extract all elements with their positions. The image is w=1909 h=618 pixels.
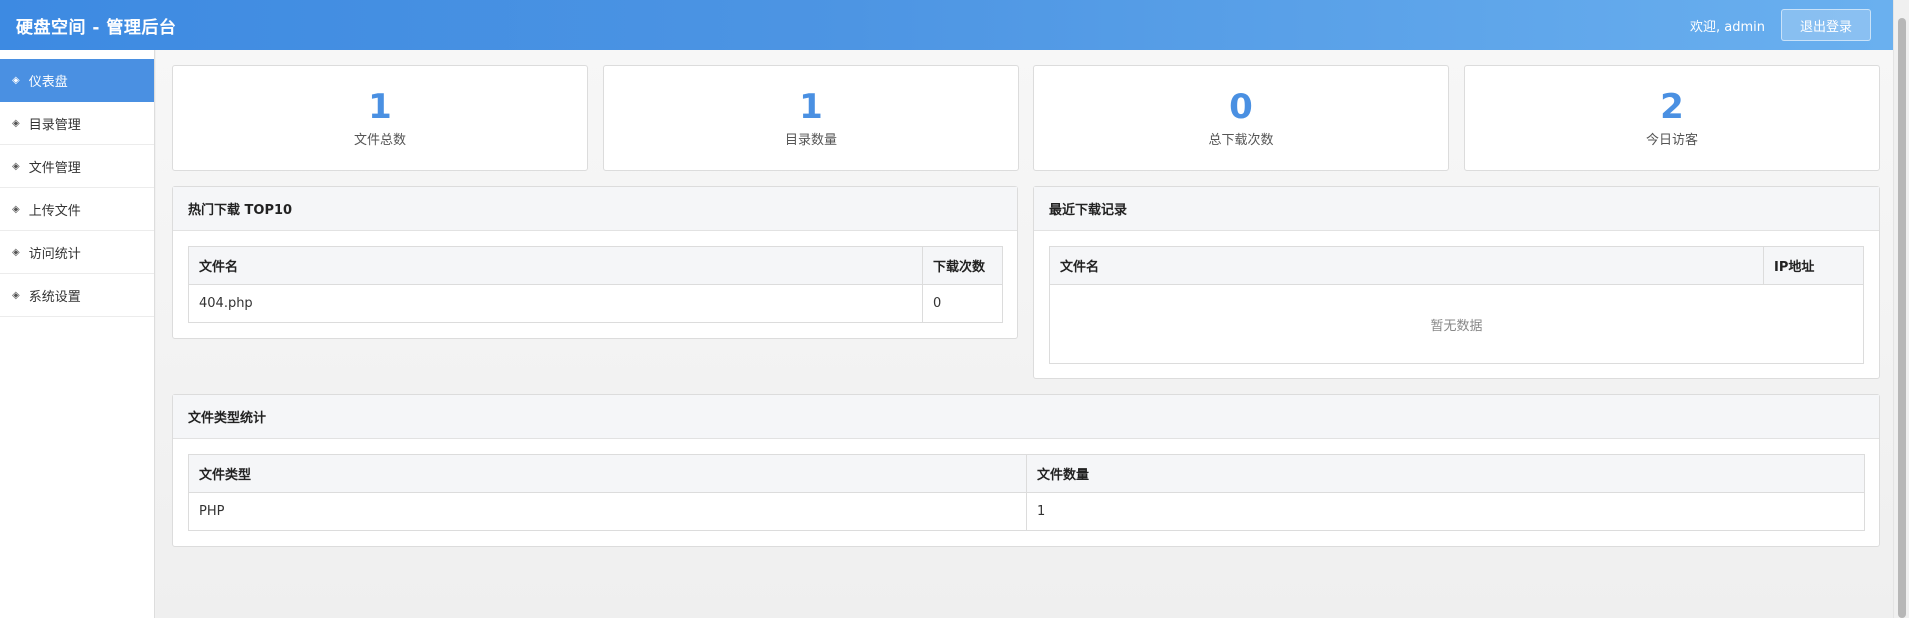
column-header-file-count: 文件数量 <box>1026 454 1865 493</box>
sidebar: ◈ 仪表盘 ◈ 目录管理 ◈ 文件管理 ◈ 上传文件 ◈ 访问统计 ◈ 系统设置 <box>0 50 155 618</box>
panel-title: 最近下载记录 <box>1034 187 1879 231</box>
diamond-bullet-icon: ◈ <box>12 160 20 172</box>
column-header-download-count: 下载次数 <box>922 246 1003 285</box>
sidebar-item-label: 系统设置 <box>28 289 81 305</box>
stat-card-total-downloads: 0 总下载次数 <box>1033 65 1449 171</box>
table-row: PHP 1 <box>188 492 1865 531</box>
cell-download-count: 0 <box>922 284 1003 323</box>
sidebar-item-label: 目录管理 <box>28 117 81 133</box>
stat-label: 文件总数 <box>353 133 406 148</box>
cell-file-type: PHP <box>188 492 1027 531</box>
file-types-table: 文件类型 文件数量 PHP 1 <box>188 454 1865 531</box>
stat-label: 目录数量 <box>784 133 837 148</box>
cell-filename: 404.php <box>188 284 923 323</box>
diamond-bullet-icon: ◈ <box>12 203 20 215</box>
vertical-scrollbar[interactable] <box>1893 0 1909 618</box>
table-row: 暂无数据 <box>1049 284 1864 364</box>
diamond-bullet-icon: ◈ <box>12 289 20 301</box>
file-types-panel: 文件类型统计 文件类型 文件数量 PHP 1 <box>172 394 1880 547</box>
sidebar-item-dashboard[interactable]: ◈ 仪表盘 <box>0 59 154 102</box>
sidebar-item-label: 仪表盘 <box>28 74 68 90</box>
hot-downloads-panel: 热门下载 TOP10 文件名 下载次数 404.php 0 <box>172 186 1018 339</box>
cell-file-count: 1 <box>1026 492 1865 531</box>
table-header-row: 文件名 下载次数 <box>188 246 1003 285</box>
sidebar-item-upload[interactable]: ◈ 上传文件 <box>0 188 154 231</box>
sidebar-item-label: 访问统计 <box>28 246 81 262</box>
recent-downloads-panel: 最近下载记录 文件名 IP地址 暂无数据 <box>1033 186 1880 379</box>
scrollbar-thumb[interactable] <box>1898 18 1906 618</box>
sidebar-item-label: 文件管理 <box>28 160 81 176</box>
diamond-bullet-icon: ◈ <box>12 246 20 258</box>
welcome-text: 欢迎, admin <box>1690 19 1765 35</box>
sidebar-item-files[interactable]: ◈ 文件管理 <box>0 145 154 188</box>
table-row: 404.php 0 <box>188 284 1003 323</box>
panel-title: 文件类型统计 <box>173 395 1879 439</box>
column-header-filename: 文件名 <box>1049 246 1764 285</box>
recent-downloads-table: 文件名 IP地址 暂无数据 <box>1049 246 1864 364</box>
diamond-bullet-icon: ◈ <box>12 117 20 129</box>
stat-value: 2 <box>1660 87 1684 127</box>
stat-card-today-visitors: 2 今日访客 <box>1464 65 1880 171</box>
stat-value: 1 <box>799 87 823 127</box>
stat-label: 今日访客 <box>1645 133 1698 148</box>
column-header-ip: IP地址 <box>1763 246 1864 285</box>
sidebar-item-directories[interactable]: ◈ 目录管理 <box>0 102 154 145</box>
stat-card-total-files: 1 文件总数 <box>172 65 588 171</box>
stat-value: 1 <box>368 87 392 127</box>
sidebar-item-settings[interactable]: ◈ 系统设置 <box>0 274 154 317</box>
logout-button[interactable]: 退出登录 <box>1781 9 1871 41</box>
column-header-filename: 文件名 <box>188 246 923 285</box>
main-content: 1 文件总数 1 目录数量 0 总下载次数 2 今日访客 热门下载 TOP10 … <box>156 50 1893 618</box>
table-header-row: 文件类型 文件数量 <box>188 454 1865 493</box>
sidebar-item-label: 上传文件 <box>28 203 81 219</box>
user-area: 欢迎, admin 退出登录 <box>1690 9 1871 41</box>
app-title: 硬盘空间 - 管理后台 <box>16 17 177 38</box>
top-header: 硬盘空间 - 管理后台 欢迎, admin 退出登录 <box>0 0 1893 50</box>
hot-downloads-table: 文件名 下载次数 404.php 0 <box>188 246 1003 323</box>
diamond-bullet-icon: ◈ <box>12 74 20 86</box>
column-header-file-type: 文件类型 <box>188 454 1027 493</box>
panel-title: 热门下载 TOP10 <box>173 187 1017 231</box>
empty-state-text: 暂无数据 <box>1049 284 1864 364</box>
table-header-row: 文件名 IP地址 <box>1049 246 1864 285</box>
stat-value: 0 <box>1229 87 1253 127</box>
stat-card-directory-count: 1 目录数量 <box>603 65 1019 171</box>
sidebar-item-stats[interactable]: ◈ 访问统计 <box>0 231 154 274</box>
stat-label: 总下载次数 <box>1208 133 1274 148</box>
